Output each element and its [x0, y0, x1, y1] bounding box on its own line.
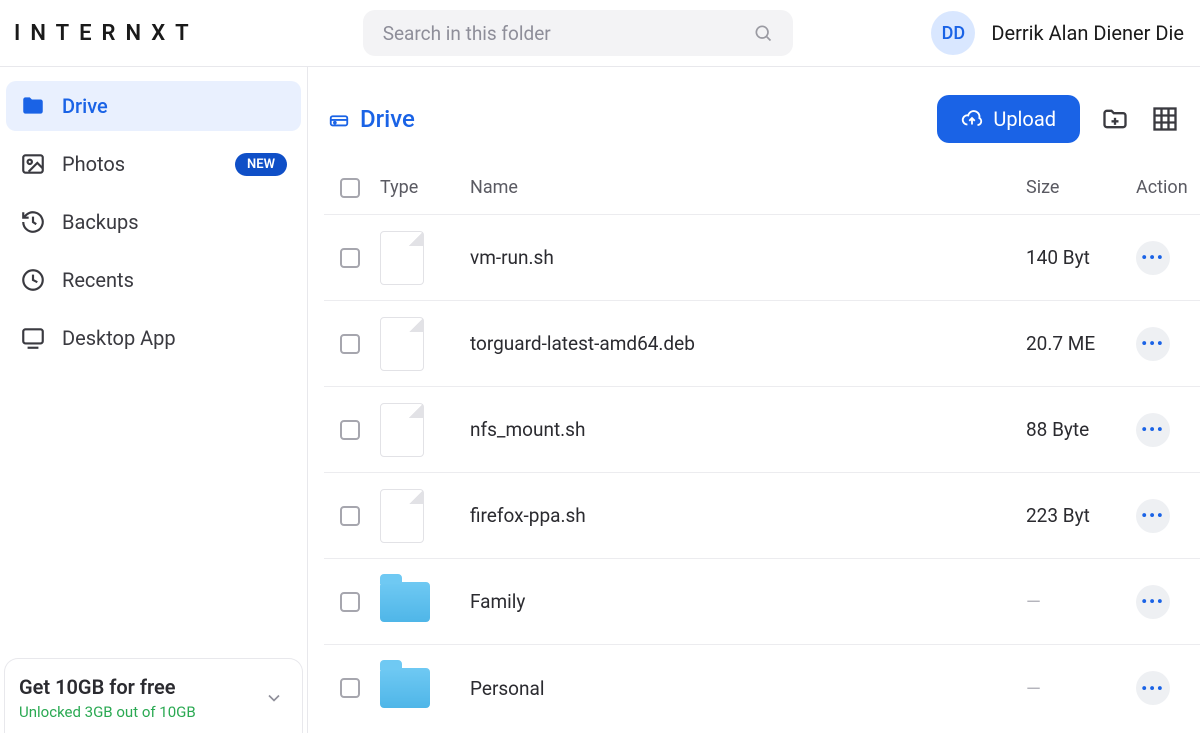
file-size: 20.7 ME	[1026, 332, 1136, 355]
image-icon	[20, 151, 46, 177]
sidebar-item-recents[interactable]: Recents	[6, 255, 301, 305]
row-actions-button[interactable]: •••	[1136, 499, 1170, 533]
file-icon	[380, 489, 424, 543]
clock-icon	[20, 267, 46, 293]
table-row[interactable]: Personal—•••	[324, 645, 1200, 731]
page-actions: Upload	[937, 95, 1180, 143]
file-size: 223 Byt	[1026, 504, 1136, 527]
upload-label: Upload	[993, 107, 1056, 131]
col-type[interactable]: Type	[380, 177, 470, 198]
folder-icon	[380, 668, 430, 708]
table-row[interactable]: firefox-ppa.sh223 Byt•••	[324, 473, 1200, 559]
search-input[interactable]	[383, 22, 753, 45]
main-content: Drive Upload Type Name	[308, 67, 1200, 733]
sidebar-item-label: Photos	[62, 152, 219, 176]
file-icon	[380, 317, 424, 371]
row-checkbox[interactable]	[340, 506, 360, 526]
sidebar-item-label: Backups	[62, 210, 287, 234]
upload-cloud-icon	[961, 108, 983, 130]
file-icon	[380, 231, 424, 285]
sidebar-item-label: Recents	[62, 268, 287, 292]
sidebar: Drive Photos NEW Backups Recents	[0, 67, 308, 733]
col-size[interactable]: Size	[1026, 177, 1136, 198]
file-name: torguard-latest-amd64.deb	[470, 332, 1026, 355]
user-menu[interactable]: DD Derrik Alan Diener Die	[931, 11, 1184, 55]
breadcrumb[interactable]: Drive	[328, 105, 415, 133]
hard-drive-icon	[328, 108, 350, 130]
search-wrap	[363, 10, 793, 56]
row-actions-button[interactable]: •••	[1136, 671, 1170, 705]
new-badge: NEW	[235, 153, 287, 176]
sidebar-item-desktop-app[interactable]: Desktop App	[6, 313, 301, 363]
file-name: Family	[470, 590, 1026, 613]
folder-icon	[20, 93, 46, 119]
search-field[interactable]	[363, 10, 793, 56]
file-name: nfs_mount.sh	[470, 418, 1026, 441]
file-name: firefox-ppa.sh	[470, 504, 1026, 527]
row-actions-button[interactable]: •••	[1136, 413, 1170, 447]
grid-view-button[interactable]	[1150, 104, 1180, 134]
row-checkbox[interactable]	[340, 420, 360, 440]
upload-button[interactable]: Upload	[937, 95, 1080, 143]
file-list: vm-run.sh140 Byt•••torguard-latest-amd64…	[324, 215, 1200, 731]
new-folder-button[interactable]	[1100, 104, 1130, 134]
row-checkbox[interactable]	[340, 334, 360, 354]
app-header: INTERNXT DD Derrik Alan Diener Die	[0, 0, 1200, 67]
row-actions-button[interactable]: •••	[1136, 327, 1170, 361]
avatar: DD	[931, 11, 975, 55]
file-name: vm-run.sh	[470, 246, 1026, 269]
table-row[interactable]: nfs_mount.sh88 Byte•••	[324, 387, 1200, 473]
search-icon	[753, 23, 773, 43]
breadcrumb-label: Drive	[360, 105, 415, 133]
sidebar-item-photos[interactable]: Photos NEW	[6, 139, 301, 189]
sidebar-item-label: Drive	[62, 94, 287, 118]
file-size: 88 Byte	[1026, 418, 1136, 441]
row-checkbox[interactable]	[340, 248, 360, 268]
sidebar-item-label: Desktop App	[62, 326, 287, 350]
table-row[interactable]: torguard-latest-amd64.deb20.7 ME•••	[324, 301, 1200, 387]
table-row[interactable]: vm-run.sh140 Byt•••	[324, 215, 1200, 301]
table-header: Type Name Size Action	[324, 165, 1200, 215]
row-actions-button[interactable]: •••	[1136, 241, 1170, 275]
chevron-down-icon	[264, 688, 284, 708]
storage-card[interactable]: Get 10GB for free Unlocked 3GB out of 10…	[4, 658, 303, 733]
sidebar-item-drive[interactable]: Drive	[6, 81, 301, 131]
storage-subtitle: Unlocked 3GB out of 10GB	[19, 703, 196, 721]
file-size: 140 Byt	[1026, 246, 1136, 269]
file-size: —	[1026, 677, 1136, 700]
file-name: Personal	[470, 677, 1026, 700]
page-header: Drive Upload	[324, 67, 1200, 165]
row-checkbox[interactable]	[340, 592, 360, 612]
app-logo[interactable]: INTERNXT	[14, 21, 199, 46]
monitor-icon	[20, 325, 46, 351]
file-size: —	[1026, 590, 1136, 613]
history-icon	[20, 209, 46, 235]
table-row[interactable]: Family—•••	[324, 559, 1200, 645]
row-actions-button[interactable]: •••	[1136, 585, 1170, 619]
sidebar-item-backups[interactable]: Backups	[6, 197, 301, 247]
file-icon	[380, 403, 424, 457]
col-action: Action	[1136, 177, 1200, 198]
select-all-checkbox[interactable]	[340, 178, 360, 198]
sidebar-nav: Drive Photos NEW Backups Recents	[6, 81, 301, 363]
storage-title: Get 10GB for free	[19, 675, 196, 699]
col-name[interactable]: Name	[470, 177, 1026, 198]
user-name: Derrik Alan Diener Die	[991, 21, 1184, 45]
folder-icon	[380, 582, 430, 622]
row-checkbox[interactable]	[340, 678, 360, 698]
